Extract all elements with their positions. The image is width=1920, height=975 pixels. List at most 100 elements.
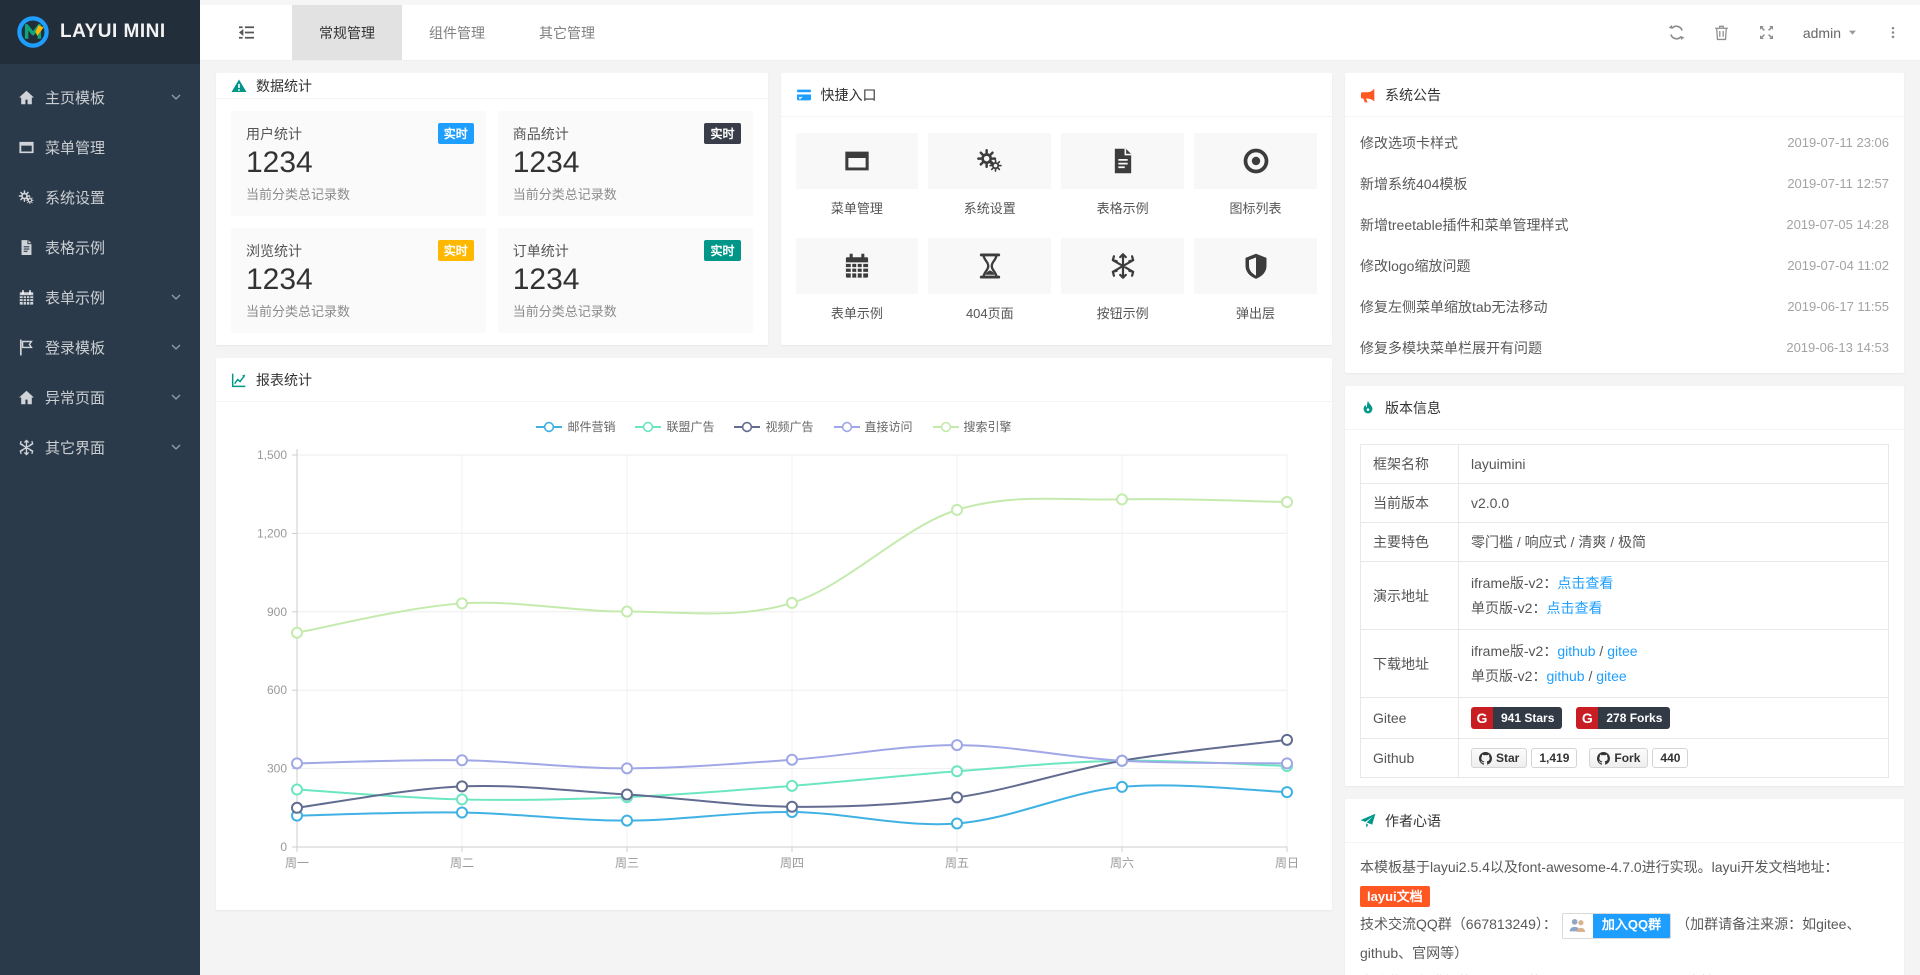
- version-link[interactable]: 点击查看: [1557, 575, 1613, 591]
- legend-item-4[interactable]: 直接访问: [834, 418, 913, 435]
- legend-item-1[interactable]: 邮件营销: [536, 418, 615, 435]
- announcement-row-4[interactable]: 修改logo缩放问题2019-07-04 11:02: [1360, 245, 1889, 286]
- tab-zujian[interactable]: 组件管理: [402, 5, 512, 60]
- legend-item-3[interactable]: 视频广告: [734, 418, 813, 435]
- svg-text:周四: 周四: [780, 856, 804, 870]
- tab-changgui[interactable]: 常规管理: [292, 5, 402, 60]
- ellipsis-icon[interactable]: [1886, 24, 1900, 41]
- user-menu[interactable]: admin: [1803, 25, 1858, 41]
- cogs-icon: [976, 147, 1004, 175]
- line-chart-icon: [231, 372, 247, 388]
- join-qq-button[interactable]: 加入QQ群: [1562, 913, 1671, 939]
- quick-entry-8[interactable]: 弹出层: [1194, 238, 1317, 329]
- quick-entry-label: 图标列表: [1194, 198, 1317, 217]
- quick-entry-4[interactable]: 图标列表: [1194, 133, 1317, 224]
- sidebar-item-3[interactable]: 系统设置: [0, 172, 200, 222]
- sidebar: LAYUI MINI 主页模板菜单管理系统设置表格示例表单示例登录模板异常页面其…: [0, 0, 200, 975]
- author-line-2: 技术交流QQ群（667813249）：加入QQ群（加群请备注来源：如gitee、…: [1360, 910, 1889, 967]
- github-fork-button[interactable]: Fork: [1589, 748, 1648, 768]
- chart-legend: 邮件营销 联盟广告 视频广告 直接访问 搜索引擎: [231, 418, 1317, 435]
- legend-mark: [933, 421, 959, 433]
- stat-value: 1234: [246, 263, 471, 297]
- version-row-value: v2.0.0: [1459, 484, 1889, 523]
- sidebar-item-5[interactable]: 表单示例: [0, 272, 200, 322]
- fullscreen-icon[interactable]: [1758, 24, 1775, 41]
- sidebar-item-2[interactable]: 菜单管理: [0, 122, 200, 172]
- svg-text:周一: 周一: [285, 856, 309, 870]
- version-link-line: 单页版-v2：点击查看: [1471, 596, 1876, 621]
- announcement-row-6[interactable]: 修复多模块菜单栏展开有问题2019-06-13 14:53: [1360, 327, 1889, 368]
- stat-badge: 实时: [704, 240, 740, 261]
- window-icon: [843, 147, 871, 175]
- version-link[interactable]: gitee: [1596, 668, 1626, 684]
- link-prefix: iframe版-v2：: [1471, 575, 1557, 591]
- layui-doc-badge[interactable]: layui文档: [1360, 886, 1430, 907]
- github-button-label: Star: [1496, 751, 1519, 765]
- quick-entry-5[interactable]: 表单示例: [796, 238, 919, 329]
- quick-entry-iconbox: [796, 133, 919, 189]
- hourglass-icon: [976, 252, 1004, 280]
- link-prefix: 单页版-v2：: [1471, 600, 1546, 616]
- sidebar-item-6[interactable]: 登录模板: [0, 322, 200, 372]
- refresh-icon[interactable]: [1668, 24, 1685, 41]
- announcement-row-1[interactable]: 修改选项卡样式2019-07-11 23:06: [1360, 122, 1889, 163]
- github-star-button[interactable]: Star: [1471, 748, 1527, 768]
- announcement-date: 2019-07-05 14:28: [1786, 217, 1889, 232]
- announcement-row-5[interactable]: 修复左侧菜单缩放tab无法移动2019-06-17 11:55: [1360, 286, 1889, 327]
- announcement-text: 修改logo缩放问题: [1360, 256, 1470, 276]
- logo-title: LAYUI MINI: [60, 21, 166, 43]
- gitee-badge[interactable]: G278 Forks: [1576, 707, 1670, 729]
- legend-item-5[interactable]: 搜索引擎: [933, 418, 1012, 435]
- quick-entry-6[interactable]: 404页面: [928, 238, 1051, 329]
- github-count[interactable]: 440: [1652, 748, 1688, 768]
- github-widget: Fork440: [1589, 748, 1688, 768]
- quick-entry-1[interactable]: 菜单管理: [796, 133, 919, 224]
- version-row-label: 主要特色: [1361, 523, 1459, 562]
- svg-text:周日: 周日: [1275, 856, 1299, 870]
- sidebar-item-7[interactable]: 异常页面: [0, 372, 200, 422]
- home-icon: [18, 89, 35, 106]
- topbar: 常规管理 组件管理 其它管理 admin: [200, 0, 1920, 61]
- sidebar-item-8[interactable]: 其它界面: [0, 422, 200, 472]
- github-count[interactable]: 1,419: [1531, 748, 1577, 768]
- version-link[interactable]: github: [1557, 643, 1595, 659]
- version-link[interactable]: gitee: [1607, 643, 1637, 659]
- legend-label: 直接访问: [865, 418, 913, 435]
- svg-text:周五: 周五: [945, 856, 969, 870]
- chart-card-title: 报表统计: [256, 370, 312, 390]
- svg-text:300: 300: [267, 762, 287, 776]
- svg-text:0: 0: [280, 840, 287, 854]
- announcement-text: 修复左侧菜单缩放tab无法移动: [1360, 297, 1547, 317]
- gitee-badge[interactable]: G941 Stars: [1471, 707, 1562, 729]
- content: 数据统计 用户统计实时1234当前分类总记录数商品统计实时1234当前分类总记录…: [200, 61, 1920, 975]
- sidebar-item-4[interactable]: 表格示例: [0, 222, 200, 272]
- home-icon: [18, 389, 35, 406]
- quick-entry-7[interactable]: 按钮示例: [1061, 238, 1184, 329]
- window-icon: [18, 139, 35, 156]
- quick-entry-2[interactable]: 系统设置: [928, 133, 1051, 224]
- chevron-down-icon: [170, 441, 182, 453]
- stat-desc: 当前分类总记录数: [246, 301, 471, 320]
- trash-icon[interactable]: [1713, 24, 1730, 41]
- tab-qita[interactable]: 其它管理: [512, 5, 622, 60]
- quick-entry-label: 系统设置: [928, 198, 1051, 217]
- version-link[interactable]: github: [1546, 668, 1584, 684]
- version-row-value: iframe版-v2：github / gitee单页版-v2：github /…: [1459, 630, 1889, 698]
- file-icon: [1109, 147, 1137, 175]
- version-link[interactable]: 点击查看: [1546, 600, 1602, 616]
- announcement-row-2[interactable]: 新增系统404模板2019-07-11 12:57: [1360, 163, 1889, 204]
- announcement-text: 新增系统404模板: [1360, 174, 1467, 194]
- sidebar-collapse-button[interactable]: [200, 5, 292, 60]
- link-prefix: 单页版-v2：: [1471, 668, 1546, 684]
- version-row-label: 当前版本: [1361, 484, 1459, 523]
- legend-item-2[interactable]: 联盟广告: [635, 418, 714, 435]
- author-card-title: 作者心语: [1385, 811, 1441, 831]
- quick-entry-iconbox: [796, 238, 919, 294]
- sidebar-item-1[interactable]: 主页模板: [0, 72, 200, 122]
- sidebar-item-label: 系统设置: [45, 187, 105, 208]
- announcement-row-3[interactable]: 新增treetable插件和菜单管理样式2019-07-05 14:28: [1360, 204, 1889, 245]
- sidebar-item-label: 其它界面: [45, 437, 105, 458]
- author-body: 本模板基于layui2.5.4以及font-awesome-4.7.0进行实现。…: [1345, 843, 1904, 975]
- quick-entry-3[interactable]: 表格示例: [1061, 133, 1184, 224]
- stat-value: 1234: [246, 146, 471, 180]
